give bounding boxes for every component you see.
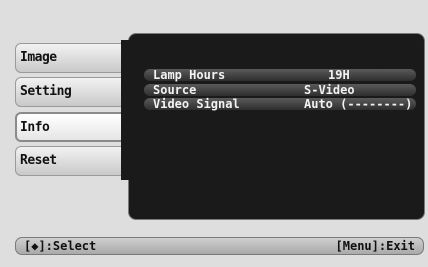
info-label: Video Signal — [153, 97, 240, 111]
panel-connector — [121, 40, 135, 180]
exit-hint: [Menu]:Exit — [335, 239, 415, 253]
info-row-source: Source S-Video — [144, 84, 416, 96]
info-row-video-signal: Video Signal Auto (--------) — [144, 98, 416, 110]
info-panel — [128, 33, 425, 220]
menu-item-label: Info — [20, 120, 50, 135]
menu-item-image[interactable]: Image — [15, 43, 135, 73]
info-label: Source — [153, 83, 197, 97]
menu-item-label: Image — [20, 50, 57, 65]
select-hint: [◆]:Select — [24, 239, 97, 253]
info-row-lamp-hours: Lamp Hours 19H — [144, 69, 416, 81]
menu-item-setting[interactable]: Setting — [15, 77, 135, 107]
info-label: Lamp Hours — [153, 68, 226, 82]
menu-item-label: Setting — [20, 84, 72, 99]
status-bar: [◆]:Select [Menu]:Exit — [15, 237, 424, 255]
info-value: 19H — [328, 68, 350, 82]
info-value: Auto (--------) — [304, 97, 413, 111]
menu-item-info[interactable]: Info — [15, 112, 135, 142]
menu-item-label: Reset — [20, 153, 57, 168]
menu-item-reset[interactable]: Reset — [15, 146, 135, 176]
info-value: S-Video — [304, 83, 355, 97]
